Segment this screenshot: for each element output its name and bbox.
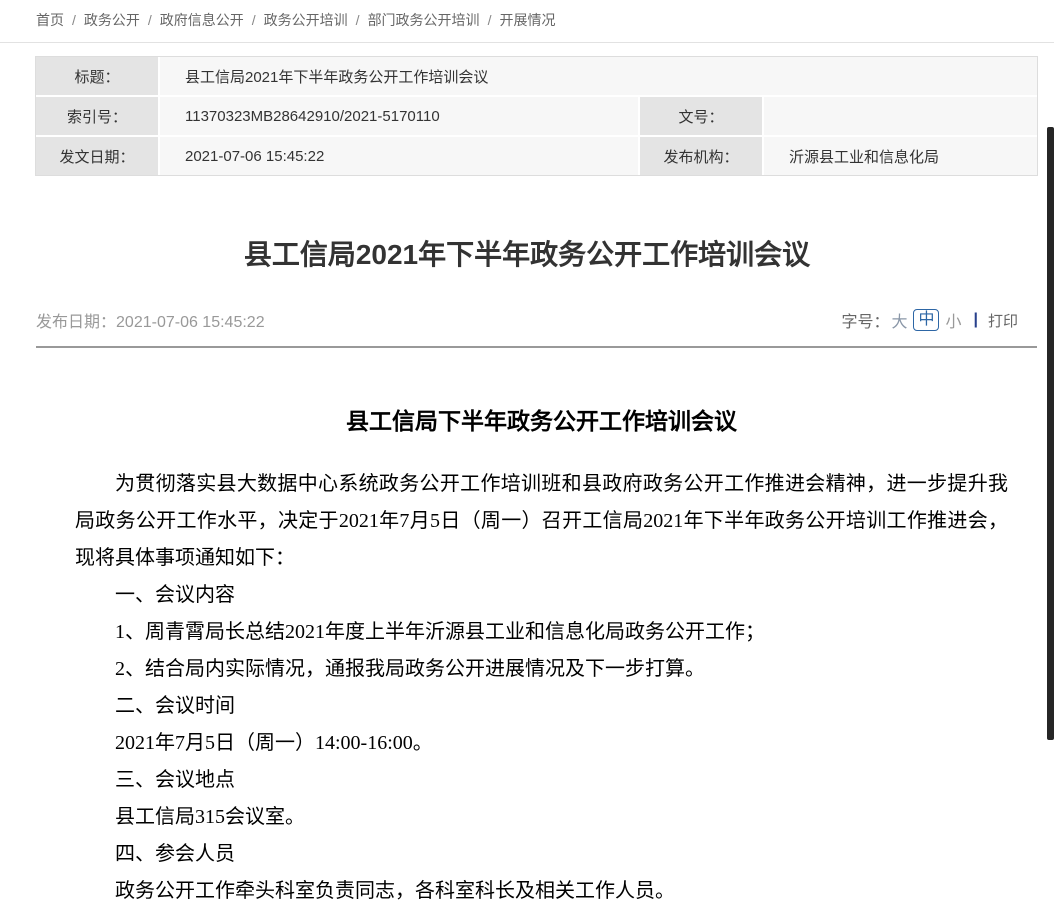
article-paragraph: 政务公开工作牵头科室负责同志，各科室科长及相关工作人员。: [75, 873, 1008, 907]
meta-title-label: 标题：: [36, 57, 158, 95]
article-body: 县工信局下半年政务公开工作培训会议 为贯彻落实县大数据中心系统政务公开工作培训班…: [0, 404, 1054, 907]
breadcrumb-separator: /: [72, 12, 76, 28]
document-meta-table: 标题： 县工信局2021年下半年政务公开工作培训会议 索引号： 11370323…: [36, 57, 1037, 175]
article-paragraph: 三、会议地点: [75, 762, 1008, 799]
page-title: 县工信局2021年下半年政务公开工作培训会议: [0, 237, 1054, 273]
meta-docno-value: [764, 97, 1037, 135]
scrollbar-thumb[interactable]: [1047, 127, 1054, 740]
article-paragraph: 2、结合局内实际情况，通报我局政务公开进展情况及下一步打算。: [75, 651, 1008, 688]
meta-index-value: 11370323MB28642910/2021-5170110: [160, 97, 638, 135]
font-size-medium-button[interactable]: 中: [913, 309, 939, 331]
meta-index-label: 索引号：: [36, 97, 158, 135]
article-paragraph: 四、参会人员: [75, 836, 1008, 873]
breadcrumb-separator: /: [252, 12, 256, 28]
breadcrumb-divider: [0, 42, 1054, 43]
meta-title-value: 县工信局2021年下半年政务公开工作培训会议: [160, 57, 1037, 95]
print-button[interactable]: 打印: [988, 310, 1018, 331]
breadcrumb: 首页 / 政务公开 / 政府信息公开 / 政务公开培训 / 部门政务公开培训 / 开展情况: [0, 0, 1054, 38]
breadcrumb-item-zwgk[interactable]: 政务公开: [84, 12, 140, 28]
breadcrumb-separator: /: [488, 12, 492, 28]
controls-divider: |: [974, 311, 978, 329]
article-paragraphs: 为贯彻落实县大数据中心系统政务公开工作培训班和县政府政务公开工作推进会精神，进一…: [75, 466, 1008, 907]
article-paragraph: 为贯彻落实县大数据中心系统政务公开工作培训班和县政府政务公开工作推进会精神，进一…: [75, 466, 1008, 577]
publish-date-label: 发布日期：: [36, 314, 116, 331]
publish-info-row: 发布日期：2021-07-06 15:45:22 字号： 大 中 小 | 打印: [36, 307, 1018, 333]
publish-date-value: 2021-07-06 15:45:22: [116, 314, 265, 331]
article-paragraph: 2021年7月5日（周一）14:00-16:00。: [75, 725, 1008, 762]
scrollbar: [1046, 0, 1054, 907]
breadcrumb-item-dept-training[interactable]: 部门政务公开培训: [368, 12, 480, 28]
breadcrumb-item-home[interactable]: 首页: [36, 12, 64, 28]
breadcrumb-item-training[interactable]: 政务公开培训: [264, 12, 348, 28]
meta-agency-value: 沂源县工业和信息化局: [764, 137, 1037, 175]
breadcrumb-separator: /: [148, 12, 152, 28]
breadcrumb-separator: /: [356, 12, 360, 28]
article-paragraph: 二、会议时间: [75, 688, 1008, 725]
breadcrumb-item-progress[interactable]: 开展情况: [499, 12, 555, 28]
font-size-large-button[interactable]: 大: [891, 308, 907, 332]
font-size-label: 字号：: [841, 308, 889, 332]
article-paragraph: 一、会议内容: [75, 577, 1008, 614]
meta-docno-label: 文号：: [640, 97, 762, 135]
article-title: 县工信局下半年政务公开工作培训会议: [75, 404, 1008, 440]
breadcrumb-item-gov-info[interactable]: 政府信息公开: [160, 12, 244, 28]
meta-date-value: 2021-07-06 15:45:22: [160, 137, 638, 175]
meta-date-label: 发文日期：: [36, 137, 158, 175]
font-size-controls: 字号： 大 中 小 | 打印: [841, 308, 1018, 332]
meta-agency-label: 发布机构：: [640, 137, 762, 175]
content-divider: [36, 346, 1037, 348]
article-paragraph: 1、周青霄局长总结2021年度上半年沂源县工业和信息化局政务公开工作；: [75, 614, 1008, 651]
publish-date: 发布日期：2021-07-06 15:45:22: [36, 308, 265, 332]
article-paragraph: 县工信局315会议室。: [75, 799, 1008, 836]
font-size-small-button[interactable]: 小: [945, 308, 961, 332]
